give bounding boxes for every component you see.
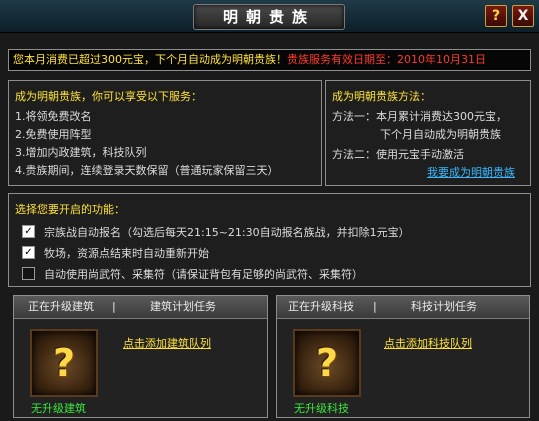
methods-panel: 成为明朝贵族方法： 方法一：本月累计消费达300元宝， 下个月自动成为明朝贵族 … bbox=[325, 80, 531, 186]
become-noble-link[interactable]: 我要成为明朝贵族 bbox=[427, 164, 515, 180]
auto-charm-label: 自动使用尚武符、采集符（请保证背包有足够的尚武符、采集符） bbox=[44, 268, 363, 281]
tech-status: 无升级科技 bbox=[294, 402, 349, 415]
question-icon: ? bbox=[30, 329, 98, 397]
tech-tab-header: 正在升级科技 | 科技计划任务 bbox=[277, 296, 529, 319]
tab-upgrading-tech[interactable]: 正在升级科技 bbox=[288, 296, 354, 318]
notice-bar: 您本月消费已超过300元宝，下个月自动成为明朝贵族！贵族服务有效日期至：2010… bbox=[8, 49, 531, 71]
auto-charm-checkbox[interactable] bbox=[22, 267, 35, 280]
tech-panel: 正在升级科技 | 科技计划任务 ? 点击添加科技队列 无升级科技 bbox=[276, 295, 530, 418]
tab-separator: | bbox=[373, 300, 377, 313]
add-tech-queue-link[interactable]: 点击添加科技队列 bbox=[384, 335, 472, 351]
pasture-checkbox[interactable]: ✓ bbox=[22, 246, 35, 259]
tab-upgrading-building[interactable]: 正在升级建筑 bbox=[28, 296, 94, 318]
building-status: 无升级建筑 bbox=[31, 402, 86, 415]
add-building-queue-link[interactable]: 点击添加建筑队列 bbox=[123, 335, 211, 351]
services-panel: 成为明朝贵族，你可以享受以下服务： 1.将领免费改名 2.免费使用阵型 3.增加… bbox=[8, 80, 322, 186]
service-item: 4.贵族期间，连续登录天数保留（普通玩家保留三天） bbox=[15, 164, 279, 177]
building-tab-header: 正在升级建筑 | 建筑计划任务 bbox=[14, 296, 267, 319]
clan-war-checkbox[interactable]: ✓ bbox=[22, 225, 35, 238]
tab-tech-plan[interactable]: 科技计划任务 bbox=[411, 296, 477, 318]
window-title: 明朝贵族 bbox=[193, 4, 345, 30]
pasture-label: 牧场，资源点结束时自动重新开始 bbox=[44, 247, 209, 260]
notice-text: 您本月消费已超过300元宝，下个月自动成为明朝贵族！ bbox=[13, 53, 287, 66]
methods-title: 成为明朝贵族方法： bbox=[332, 90, 431, 103]
options-title: 选择您要开启的功能： bbox=[15, 203, 125, 216]
method-one-line2: 下个月自动成为明朝贵族 bbox=[380, 128, 501, 141]
building-panel: 正在升级建筑 | 建筑计划任务 ? 点击添加建筑队列 无升级建筑 bbox=[13, 295, 268, 418]
services-title: 成为明朝贵族，你可以享受以下服务： bbox=[15, 90, 202, 103]
help-button[interactable]: ? bbox=[485, 5, 507, 27]
question-icon: ? bbox=[293, 329, 361, 397]
expiry-text: 贵族服务有效日期至：2010年10月31日 bbox=[287, 53, 486, 66]
method-one-line1: 方法一：本月累计消费达300元宝， bbox=[332, 110, 507, 123]
service-item: 3.增加内政建筑，科技队列 bbox=[15, 146, 147, 159]
tab-building-plan[interactable]: 建筑计划任务 bbox=[150, 296, 216, 318]
service-item: 2.免费使用阵型 bbox=[15, 128, 92, 141]
service-item: 1.将领免费改名 bbox=[15, 110, 92, 123]
title-bar: 明朝贵族 ? X bbox=[0, 0, 539, 33]
close-button[interactable]: X bbox=[512, 5, 534, 27]
clan-war-label: 宗族战自动报名（勾选后每天21:15~21:30自动报名族战，并扣除1元宝） bbox=[44, 226, 410, 239]
options-panel: 选择您要开启的功能： ✓ 宗族战自动报名（勾选后每天21:15~21:30自动报… bbox=[8, 193, 531, 287]
method-two: 方法二：使用元宝手动激活 bbox=[332, 148, 464, 161]
tab-separator: | bbox=[112, 300, 116, 313]
